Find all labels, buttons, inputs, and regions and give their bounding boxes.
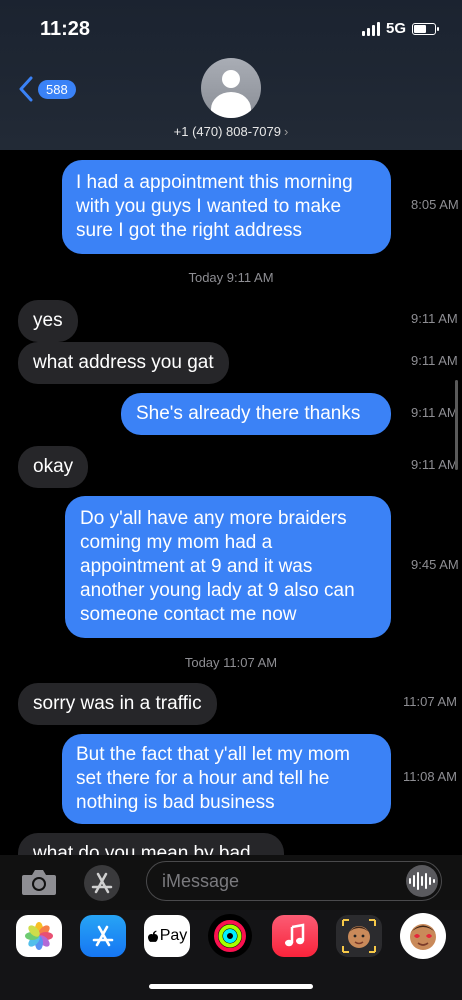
back-button[interactable]: 588	[18, 76, 76, 102]
day-separator: Today 9:11 AM	[0, 270, 462, 285]
camera-button[interactable]	[20, 867, 58, 897]
message-bubble-received[interactable]: what do you mean by bad	[18, 833, 284, 855]
day-label: Today	[188, 270, 224, 285]
message-bubble-sent[interactable]: I had a appointment this morning with yo…	[62, 160, 391, 254]
status-indicators: 5G	[361, 20, 439, 37]
contact-name[interactable]: +1 (470) 808-7079 ›	[0, 124, 462, 139]
network-label: 5G	[385, 20, 406, 37]
day-time: 9:11 AM	[226, 270, 274, 285]
music-icon	[285, 923, 305, 947]
apple-pay-icon: Pay	[147, 927, 188, 945]
message-bubble-received[interactable]: yes	[18, 300, 78, 342]
message-timestamp: 9:11 AM	[411, 405, 458, 420]
day-label: Today	[184, 655, 220, 670]
audio-message-button[interactable]	[406, 865, 438, 897]
memoji-stickers-app-button[interactable]	[400, 913, 446, 959]
memoji-app-button[interactable]	[336, 915, 382, 957]
message-bubble-received[interactable]: what address you gat	[18, 342, 229, 384]
battery-icon	[412, 22, 439, 35]
message-timestamp: 9:11 AM	[411, 353, 458, 368]
activity-rings-icon	[214, 920, 246, 952]
message-bubble-sent[interactable]: Do y'all have any more braiders coming m…	[65, 496, 391, 638]
message-bubble-sent[interactable]: She's already there thanks	[121, 393, 391, 435]
message-input-placeholder: iMessage	[162, 871, 240, 891]
scroll-indicator[interactable]	[455, 380, 458, 470]
memoji-icon	[342, 919, 376, 953]
message-timestamp: 11:08 AM	[403, 769, 457, 784]
contact-avatar[interactable]	[201, 58, 261, 118]
chevron-left-icon	[19, 76, 33, 102]
app-store-icon	[91, 872, 113, 894]
status-time: 11:28	[40, 18, 91, 40]
camera-icon	[22, 870, 56, 895]
unread-count-badge: 588	[38, 79, 76, 99]
message-composer: iMessage	[0, 855, 462, 910]
message-timestamp: 9:45 AM	[411, 557, 459, 572]
message-thread[interactable]: I had a appointment this morning with yo…	[0, 150, 462, 855]
day-separator: Today 11:07 AM	[0, 655, 462, 670]
photos-app-button[interactable]	[16, 915, 62, 957]
memoji-stickers-icon	[410, 924, 436, 950]
day-time: 11:07 AM	[223, 655, 278, 670]
apple-pay-label: Pay	[159, 927, 188, 944]
message-input[interactable]: iMessage	[146, 861, 442, 901]
message-timestamp: 8:05 AM	[411, 197, 459, 212]
home-indicator[interactable]	[149, 984, 313, 989]
apple-logo-icon	[147, 930, 158, 942]
message-bubble-sent[interactable]: But the fact that y'all let my mom set t…	[62, 734, 391, 824]
music-app-button[interactable]	[272, 915, 318, 957]
chevron-right-icon: ›	[284, 124, 289, 139]
message-bubble-received[interactable]: sorry was in a traffic	[18, 683, 217, 725]
signal-icon	[361, 21, 380, 36]
message-timestamp: 11:07 AM	[403, 694, 457, 709]
contact-number: +1 (470) 808-7079	[173, 124, 281, 139]
app-drawer-button[interactable]	[84, 865, 120, 901]
message-timestamp: 9:11 AM	[411, 457, 458, 472]
message-bubble-received[interactable]: okay	[18, 446, 89, 488]
apple-pay-app-button[interactable]: Pay	[144, 915, 190, 957]
app-store-app-button[interactable]	[80, 915, 126, 957]
fitness-app-button[interactable]	[208, 914, 252, 958]
conversation-header: 11:28 5G 588 +1 (470) 808-7079 ›	[0, 0, 462, 150]
app-store-icon	[92, 925, 114, 947]
photos-icon	[25, 922, 53, 950]
message-timestamp: 9:11 AM	[411, 311, 458, 326]
